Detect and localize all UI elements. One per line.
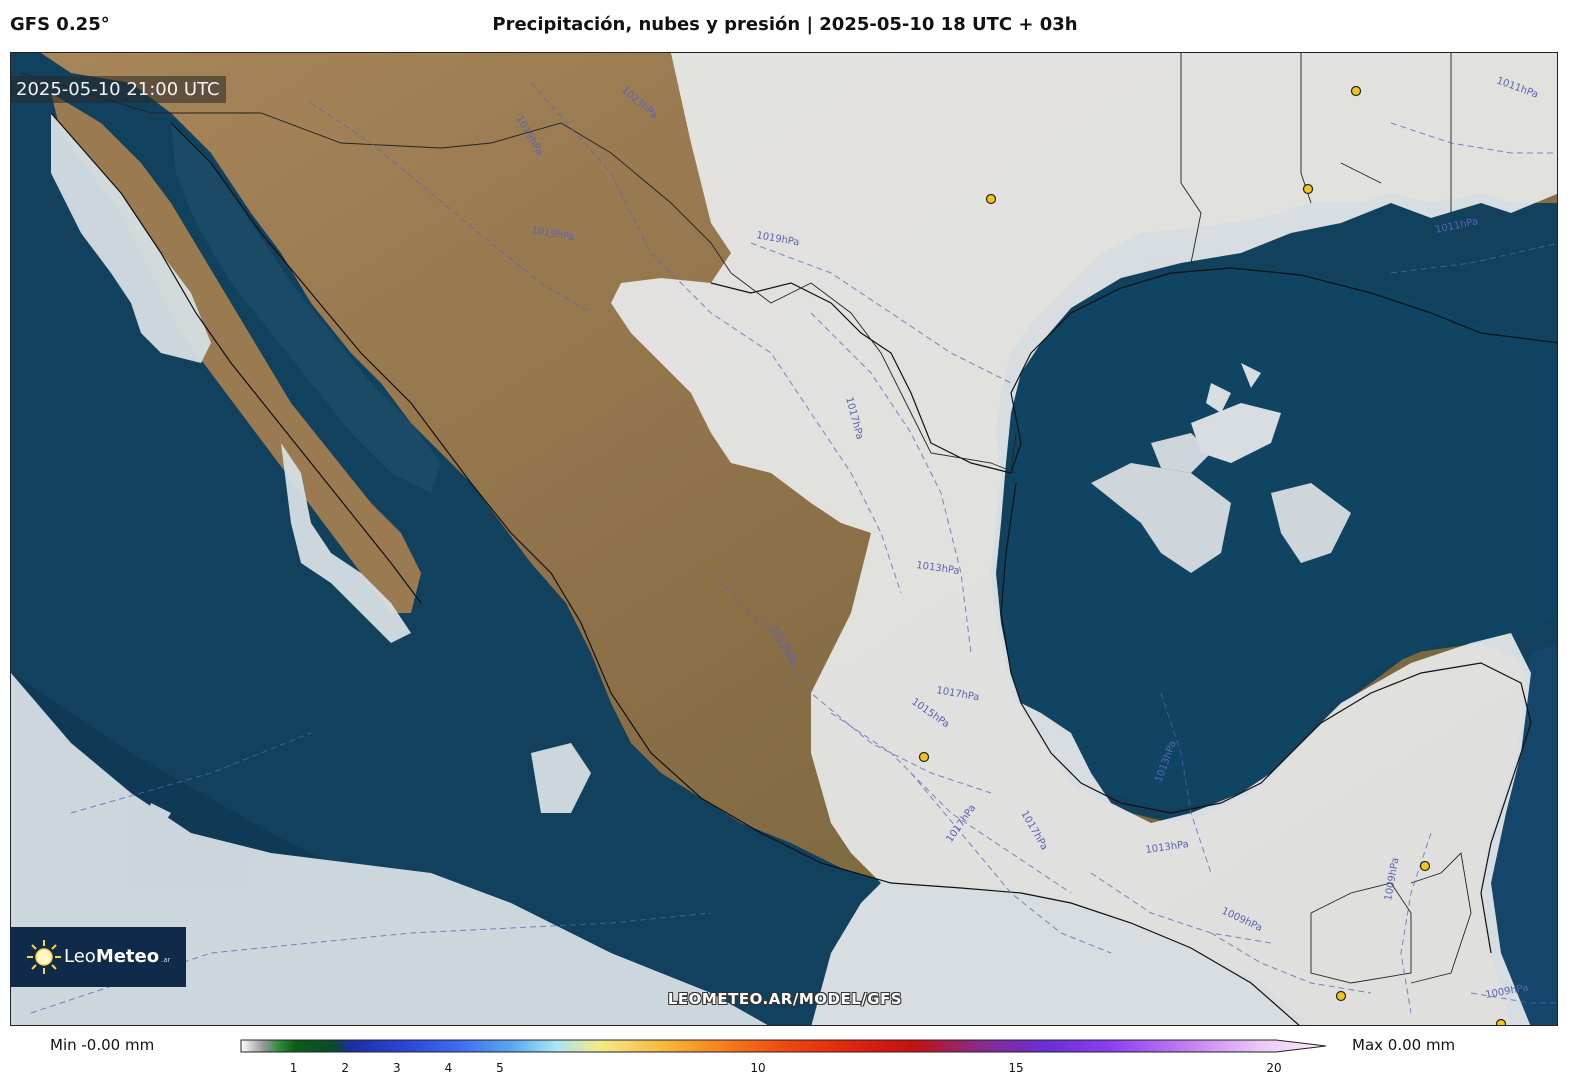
max-precip-label: Max 0.00 mm [1352, 1036, 1456, 1054]
colorbar-tick: 3 [392, 1061, 401, 1075]
colorbar-tick: 5 [496, 1061, 504, 1075]
colorbar-tick: 4 [444, 1061, 453, 1075]
colorbar-graphic [240, 1039, 1327, 1053]
chart-title: Precipitación, nubes y presión | 2025-05… [492, 14, 1078, 35]
sun-icon [27, 940, 61, 974]
city-marker [918, 751, 930, 763]
city-marker [1419, 860, 1431, 872]
weather-map: 1011hPa 1011hPa 1013hPa 1013hPa 1013hPa … [10, 52, 1558, 1026]
colorbar-tick: 2 [341, 1061, 350, 1075]
logo-text: LeoMeteo .ar [64, 946, 171, 967]
watermark: LEOMETEO.AR/MODEL/GFS [667, 990, 903, 1008]
min-precip-label: Min -0.00 mm [50, 1036, 155, 1054]
logo-tld: .ar [161, 956, 171, 964]
colorbar-tick: 20 [1266, 1061, 1282, 1075]
city-marker [1302, 183, 1314, 195]
logo-brand-light: Leo [64, 946, 96, 967]
logo-brand-bold: Meteo [95, 946, 160, 967]
colorbar-tick: 10 [750, 1061, 766, 1075]
city-marker [1350, 85, 1362, 97]
logo: LeoMeteo .ar [10, 927, 186, 987]
colorbar [240, 1038, 1330, 1057]
city-marker [1495, 1018, 1507, 1025]
city-marker [985, 193, 997, 205]
valid-time-label: 2025-05-10 21:00 UTC [10, 76, 226, 103]
map-canvas: 1011hPa 1011hPa 1013hPa 1013hPa 1013hPa … [11, 53, 1557, 1025]
colorbar-tick: 15 [1008, 1061, 1024, 1075]
colorbar-tick: 1 [289, 1061, 298, 1075]
